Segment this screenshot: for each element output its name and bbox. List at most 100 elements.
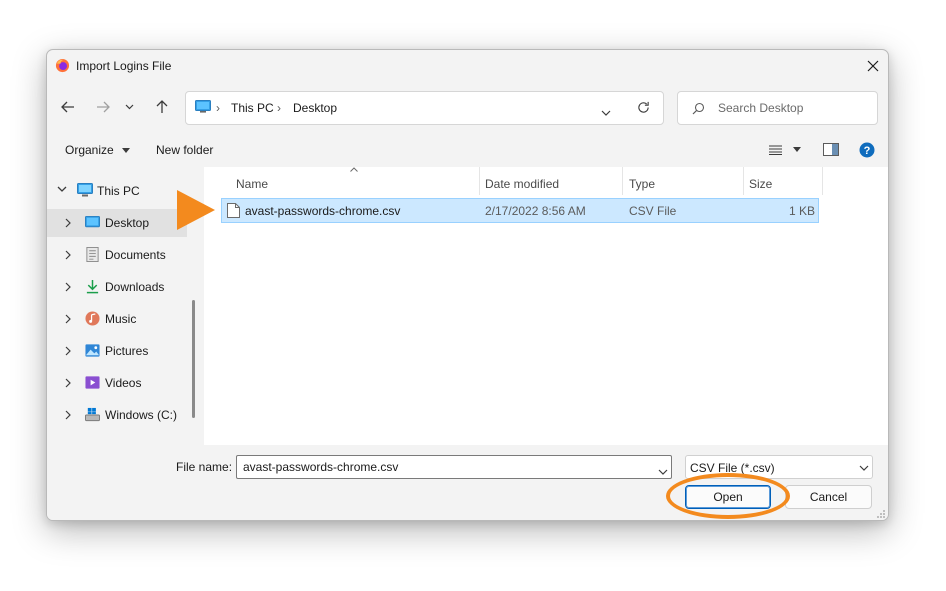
file-size-cell: 1 KB <box>788 204 815 218</box>
up-button[interactable] <box>150 95 174 119</box>
resize-grip-icon[interactable] <box>876 509 886 519</box>
sidebar-item-music[interactable]: Music <box>47 305 187 333</box>
chevron-right-icon <box>65 250 71 260</box>
refresh-icon <box>638 101 649 113</box>
sidebar-item-label: Documents <box>105 248 166 262</box>
organize-label: Organize <box>65 143 114 157</box>
navigation-pane: This PC Desktop Documents Downloads Musi… <box>47 167 187 445</box>
documents-folder-icon <box>86 247 99 262</box>
window-title: Import Logins File <box>76 59 172 73</box>
arrow-left-icon <box>61 101 74 113</box>
desktop-folder-icon <box>85 215 100 228</box>
desktop-location-icon <box>195 100 211 116</box>
sidebar-item-label: Pictures <box>105 344 149 358</box>
sidebar-item-label: Music <box>105 312 137 326</box>
address-bar[interactable]: › This PC › Desktop <box>185 91 664 125</box>
back-button[interactable] <box>56 95 80 119</box>
file-name-dropdown[interactable] <box>658 464 668 478</box>
navigation-scrollbar[interactable] <box>192 300 195 418</box>
sidebar-item-label: Videos <box>105 376 142 390</box>
chevron-down-icon <box>57 186 67 192</box>
new-folder-label: New folder <box>156 143 214 157</box>
column-header-size[interactable]: Size <box>749 177 772 191</box>
sidebar-item-videos[interactable]: Videos <box>47 369 187 397</box>
breadcrumb-separator: › <box>277 101 281 115</box>
search-placeholder: Search Desktop <box>718 101 804 115</box>
chevron-down-icon <box>125 104 133 110</box>
search-icon <box>692 102 705 118</box>
sidebar-item-documents[interactable]: Documents <box>47 241 187 269</box>
caret-down-icon <box>122 148 131 154</box>
music-folder-icon <box>85 311 100 326</box>
file-name-label: File name: <box>176 460 233 474</box>
svg-text:?: ? <box>864 145 871 157</box>
pictures-folder-icon <box>85 344 100 357</box>
column-divider[interactable] <box>622 167 623 195</box>
file-name-cell: avast-passwords-chrome.csv <box>245 204 401 218</box>
column-header-type[interactable]: Type <box>629 177 655 191</box>
sort-ascending-icon <box>350 167 358 172</box>
refresh-button[interactable] <box>637 101 650 117</box>
sidebar-item-label: This PC <box>97 184 140 198</box>
chevron-down-icon <box>601 110 611 116</box>
computer-icon <box>77 183 93 197</box>
drive-icon <box>85 407 100 422</box>
column-divider[interactable] <box>822 167 823 195</box>
column-header-date-modified[interactable]: Date modified <box>485 177 559 191</box>
sidebar-item-windows-c[interactable]: Windows (C:) <box>47 401 187 429</box>
file-date-cell: 2/17/2022 8:56 AM <box>485 204 586 218</box>
sidebar-item-label: Desktop <box>105 216 150 230</box>
recent-locations-button[interactable] <box>121 95 137 119</box>
csv-file-icon <box>227 203 240 218</box>
chevron-right-icon <box>65 410 71 420</box>
cancel-button[interactable]: Cancel <box>785 485 872 509</box>
column-header-name[interactable]: Name <box>236 177 268 191</box>
address-history-dropdown[interactable] <box>601 105 611 119</box>
chevron-right-icon <box>65 218 71 228</box>
file-name-input[interactable] <box>236 455 672 479</box>
column-divider[interactable] <box>743 167 744 195</box>
sidebar-item-downloads[interactable]: Downloads <box>47 273 187 301</box>
chevron-right-icon <box>65 346 71 356</box>
videos-folder-icon <box>85 376 100 389</box>
close-button[interactable] <box>859 54 887 78</box>
chevron-right-icon <box>65 378 71 388</box>
orange-highlight-ring <box>666 473 790 519</box>
column-divider[interactable] <box>479 167 480 195</box>
sidebar-item-label: Windows (C:) <box>105 408 178 422</box>
search-box[interactable]: Search Desktop <box>677 91 878 125</box>
sidebar-item-pictures[interactable]: Pictures <box>47 337 187 365</box>
arrow-right-icon <box>97 101 110 113</box>
help-button[interactable]: ? <box>859 142 875 161</box>
cancel-button-label: Cancel <box>809 490 848 504</box>
breadcrumb-desktop[interactable]: Desktop <box>293 101 337 115</box>
breadcrumb-this-pc[interactable]: This PC <box>231 101 274 115</box>
chevron-right-icon <box>65 282 71 292</box>
forward-button[interactable] <box>91 95 115 119</box>
firefox-icon <box>55 58 70 76</box>
file-list: Name Date modified Type Size avast-passw… <box>204 167 888 445</box>
organize-button[interactable]: Organize <box>65 143 131 157</box>
preview-pane-button[interactable] <box>823 143 839 159</box>
import-logins-dialog: Import Logins File › This PC › Desktop S… <box>46 49 889 521</box>
orange-pointer-arrow-icon <box>177 190 215 230</box>
chevron-down-icon <box>859 465 869 471</box>
file-row[interactable]: avast-passwords-chrome.csv 2/17/2022 8:5… <box>221 198 819 223</box>
file-type-cell: CSV File <box>629 204 677 218</box>
downloads-folder-icon <box>86 279 99 294</box>
close-icon <box>867 60 879 72</box>
help-icon: ? <box>859 142 875 158</box>
sidebar-item-this-pc[interactable]: This PC <box>47 177 187 205</box>
screenshot-page: Import Logins File › This PC › Desktop S… <box>0 0 946 591</box>
view-options-button[interactable] <box>769 144 802 158</box>
sidebar-item-label: Downloads <box>105 280 165 294</box>
details-view-icon <box>769 145 782 156</box>
preview-pane-icon <box>823 143 839 156</box>
breadcrumb-separator: › <box>216 101 220 115</box>
chevron-down-icon <box>658 469 668 475</box>
sidebar-item-desktop[interactable]: Desktop <box>47 209 187 237</box>
title-bar: Import Logins File <box>47 50 888 82</box>
arrow-up-icon <box>156 100 168 113</box>
new-folder-button[interactable]: New folder <box>156 143 213 157</box>
chevron-right-icon <box>65 314 71 324</box>
